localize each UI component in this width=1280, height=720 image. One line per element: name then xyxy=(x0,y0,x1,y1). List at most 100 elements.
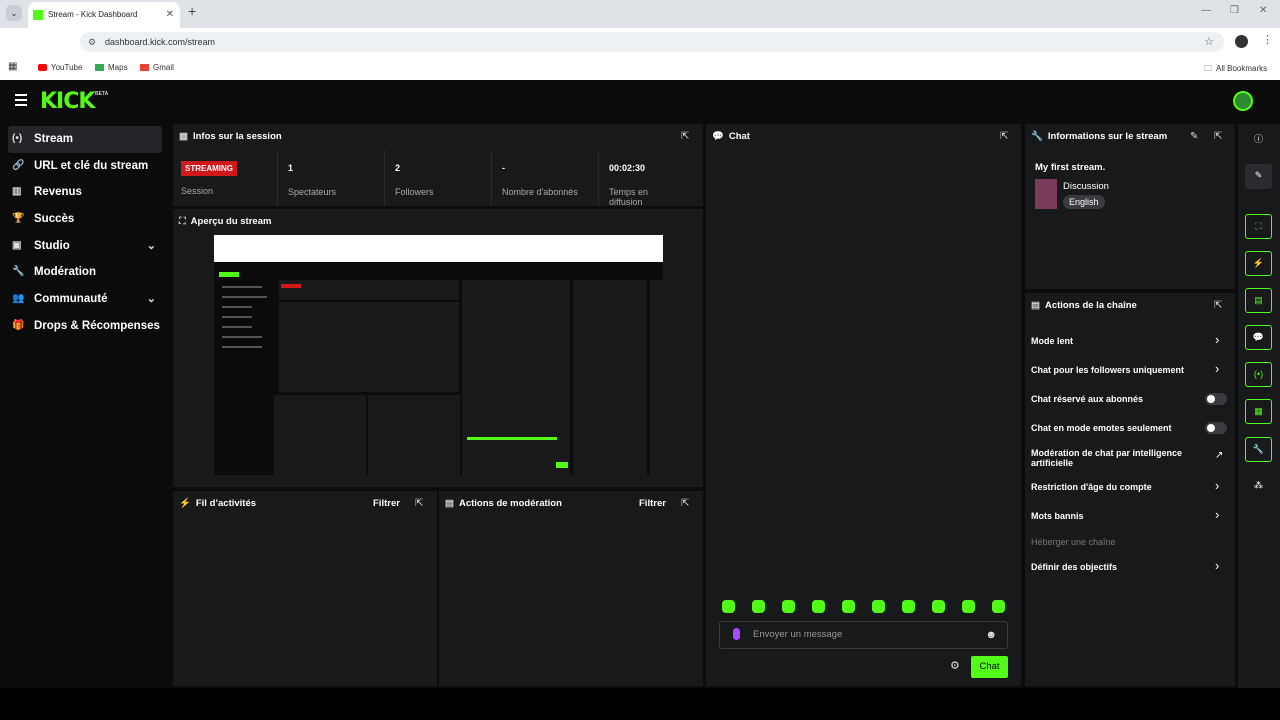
microphone-icon[interactable] xyxy=(733,628,740,640)
chat-send-button[interactable]: Chat xyxy=(971,656,1008,678)
new-tab-button[interactable]: + xyxy=(188,3,196,19)
sidebar-item-communaute[interactable]: 👥 Communauté ⌄ xyxy=(8,286,162,313)
browser-menu-icon[interactable]: ⋮ xyxy=(1262,33,1273,46)
maximize-icon[interactable]: ❐ xyxy=(1230,5,1239,16)
preview-icon: ⛶ xyxy=(179,216,186,227)
broadcast-icon[interactable]: (•) xyxy=(1245,362,1272,387)
stat-session: STREAMING Session xyxy=(181,161,237,196)
sidebar-item-stream[interactable]: (•) Stream xyxy=(8,126,162,153)
action-slow-mode[interactable]: Mode lent xyxy=(1031,336,1211,346)
popout-icon[interactable]: ⇱ xyxy=(1000,131,1008,142)
emote-icon[interactable] xyxy=(962,600,975,613)
chevron-right-icon[interactable]: › xyxy=(1215,478,1219,493)
emote-icon[interactable] xyxy=(752,600,765,613)
chat-message-input[interactable]: Envoyer un message ☻ xyxy=(719,621,1008,649)
preview-line xyxy=(222,316,252,318)
popout-icon[interactable]: ⇱ xyxy=(681,498,689,509)
preview-chat-button xyxy=(556,462,568,468)
stream-preview-video[interactable] xyxy=(214,235,663,475)
url-input[interactable]: ⚙ dashboard.kick.com/stream ☆ xyxy=(80,32,1224,52)
popout-icon[interactable]: ⇱ xyxy=(1214,300,1222,311)
emoji-icon[interactable]: ☻ xyxy=(985,622,997,648)
lightning-icon[interactable]: ⚡ xyxy=(1245,251,1272,276)
emote-bar xyxy=(712,600,1012,616)
sidebar-item-url[interactable]: 🔗 URL et clé du stream xyxy=(8,153,162,180)
preview-box xyxy=(274,395,366,475)
chat-bubble-icon: 💬 xyxy=(712,131,724,142)
emote-icon[interactable] xyxy=(902,600,915,613)
emotes-only-toggle[interactable] xyxy=(1205,422,1227,434)
site-info-icon[interactable]: ⚙ xyxy=(88,32,96,52)
preview-line xyxy=(222,326,252,328)
stat-followers: 2 Followers xyxy=(395,163,434,197)
activity-feed-panel: ⚡ Fil d’activités Filtrer ⇱ xyxy=(173,491,437,686)
document-icon[interactable]: ▤ xyxy=(1245,288,1272,313)
edit-pencil-icon[interactable]: ✎ xyxy=(1245,164,1272,189)
trophy-icon: 🏆 xyxy=(12,213,25,225)
action-banned-words[interactable]: Mots bannis xyxy=(1031,511,1211,521)
moderation-list-icon[interactable]: ▦ xyxy=(1245,399,1272,424)
tab-search-button[interactable]: ⌄ xyxy=(6,5,22,21)
action-subscribers-only: Chat réservé aux abonnés xyxy=(1031,394,1144,404)
divider xyxy=(277,150,278,206)
wrench-icon[interactable]: 🔧 xyxy=(1245,437,1272,462)
bookmark-gmail[interactable]: Gmail xyxy=(140,63,174,72)
popout-icon[interactable]: ⇱ xyxy=(681,131,689,142)
preview-icon[interactable]: ⛶ xyxy=(1245,214,1272,239)
sidebar-item-studio[interactable]: ▣ Studio ⌄ xyxy=(8,233,162,260)
close-tab-icon[interactable]: ✕ xyxy=(166,2,174,28)
chat-bubble-icon[interactable]: 💬 xyxy=(1245,325,1272,350)
action-ai-moderation[interactable]: Modération de chat par intelligence arti… xyxy=(1031,448,1201,468)
sidebar-item-succes[interactable]: 🏆 Succès xyxy=(8,206,162,233)
apps-grid-icon[interactable]: ▦ xyxy=(8,61,17,72)
chat-settings-gear-icon[interactable]: ⚙ xyxy=(950,659,960,672)
preview-box xyxy=(279,280,459,300)
filter-button[interactable]: Filtrer xyxy=(373,498,400,509)
user-avatar[interactable] xyxy=(1233,91,1253,111)
emote-icon[interactable] xyxy=(782,600,795,613)
sidebar-item-drops[interactable]: 🎁 Drops & Récompenses xyxy=(8,313,162,340)
popout-icon[interactable]: ⇱ xyxy=(415,498,423,509)
action-set-goals[interactable]: Définir des objectifs xyxy=(1031,562,1211,572)
emote-icon[interactable] xyxy=(722,600,735,613)
filter-button[interactable]: Filtrer xyxy=(639,498,666,509)
bookmark-youtube[interactable]: YouTube xyxy=(38,63,82,72)
browser-chrome: ⌄ Stream - Kick Dashboard ✕ + — ❐ ✕ ← → … xyxy=(0,0,1280,80)
hamburger-menu-icon[interactable] xyxy=(15,94,27,109)
emote-icon[interactable] xyxy=(842,600,855,613)
action-age-restriction[interactable]: Restriction d'âge du compte xyxy=(1031,482,1211,492)
chevron-right-icon[interactable]: › xyxy=(1215,361,1219,376)
action-followers-only[interactable]: Chat pour les followers uniquement xyxy=(1031,365,1211,375)
panel-title: 🔧 Informations sur le stream xyxy=(1031,131,1168,142)
minimize-icon[interactable]: — xyxy=(1201,5,1211,16)
chevron-right-icon[interactable]: › xyxy=(1215,332,1219,347)
preview-line xyxy=(222,306,252,308)
bookmark-maps[interactable]: Maps xyxy=(95,63,128,72)
external-link-icon[interactable]: ↗ xyxy=(1215,450,1223,461)
all-bookmarks[interactable]: 🗀 All Bookmarks xyxy=(1204,63,1267,77)
sidebar-item-moderation[interactable]: 🔧 Modération xyxy=(8,259,162,286)
info-icon[interactable]: ⓘ xyxy=(1245,128,1272,153)
emote-icon[interactable] xyxy=(812,600,825,613)
chevron-right-icon[interactable]: › xyxy=(1215,558,1219,573)
category-name: Discussion xyxy=(1063,181,1109,192)
emote-icon[interactable] xyxy=(992,600,1005,613)
emote-icon[interactable] xyxy=(872,600,885,613)
preview-box xyxy=(650,280,663,475)
add-widget-icon[interactable]: ⁂ xyxy=(1245,474,1272,499)
chevron-right-icon[interactable]: › xyxy=(1215,507,1219,522)
edit-pencil-icon[interactable]: ✎ xyxy=(1190,131,1198,142)
browser-tab[interactable]: Stream - Kick Dashboard ✕ xyxy=(28,2,180,28)
document-icon: ▤ xyxy=(1031,300,1040,311)
bookmark-star-icon[interactable]: ☆ xyxy=(1204,32,1214,52)
profile-avatar[interactable] xyxy=(1235,35,1248,48)
sidebar-item-revenus[interactable]: ▥ Revenus xyxy=(8,179,162,206)
gift-icon: 🎁 xyxy=(12,319,25,331)
emote-icon[interactable] xyxy=(932,600,945,613)
kick-logo[interactable]: KICK xyxy=(40,89,95,114)
preview-box xyxy=(279,302,459,392)
subscribers-only-toggle[interactable] xyxy=(1205,393,1227,405)
sidebar: (•) Stream 🔗 URL et clé du stream ▥ Revenus… xyxy=(0,126,170,340)
popout-icon[interactable]: ⇱ xyxy=(1214,131,1222,142)
close-window-icon[interactable]: ✕ xyxy=(1259,5,1267,16)
